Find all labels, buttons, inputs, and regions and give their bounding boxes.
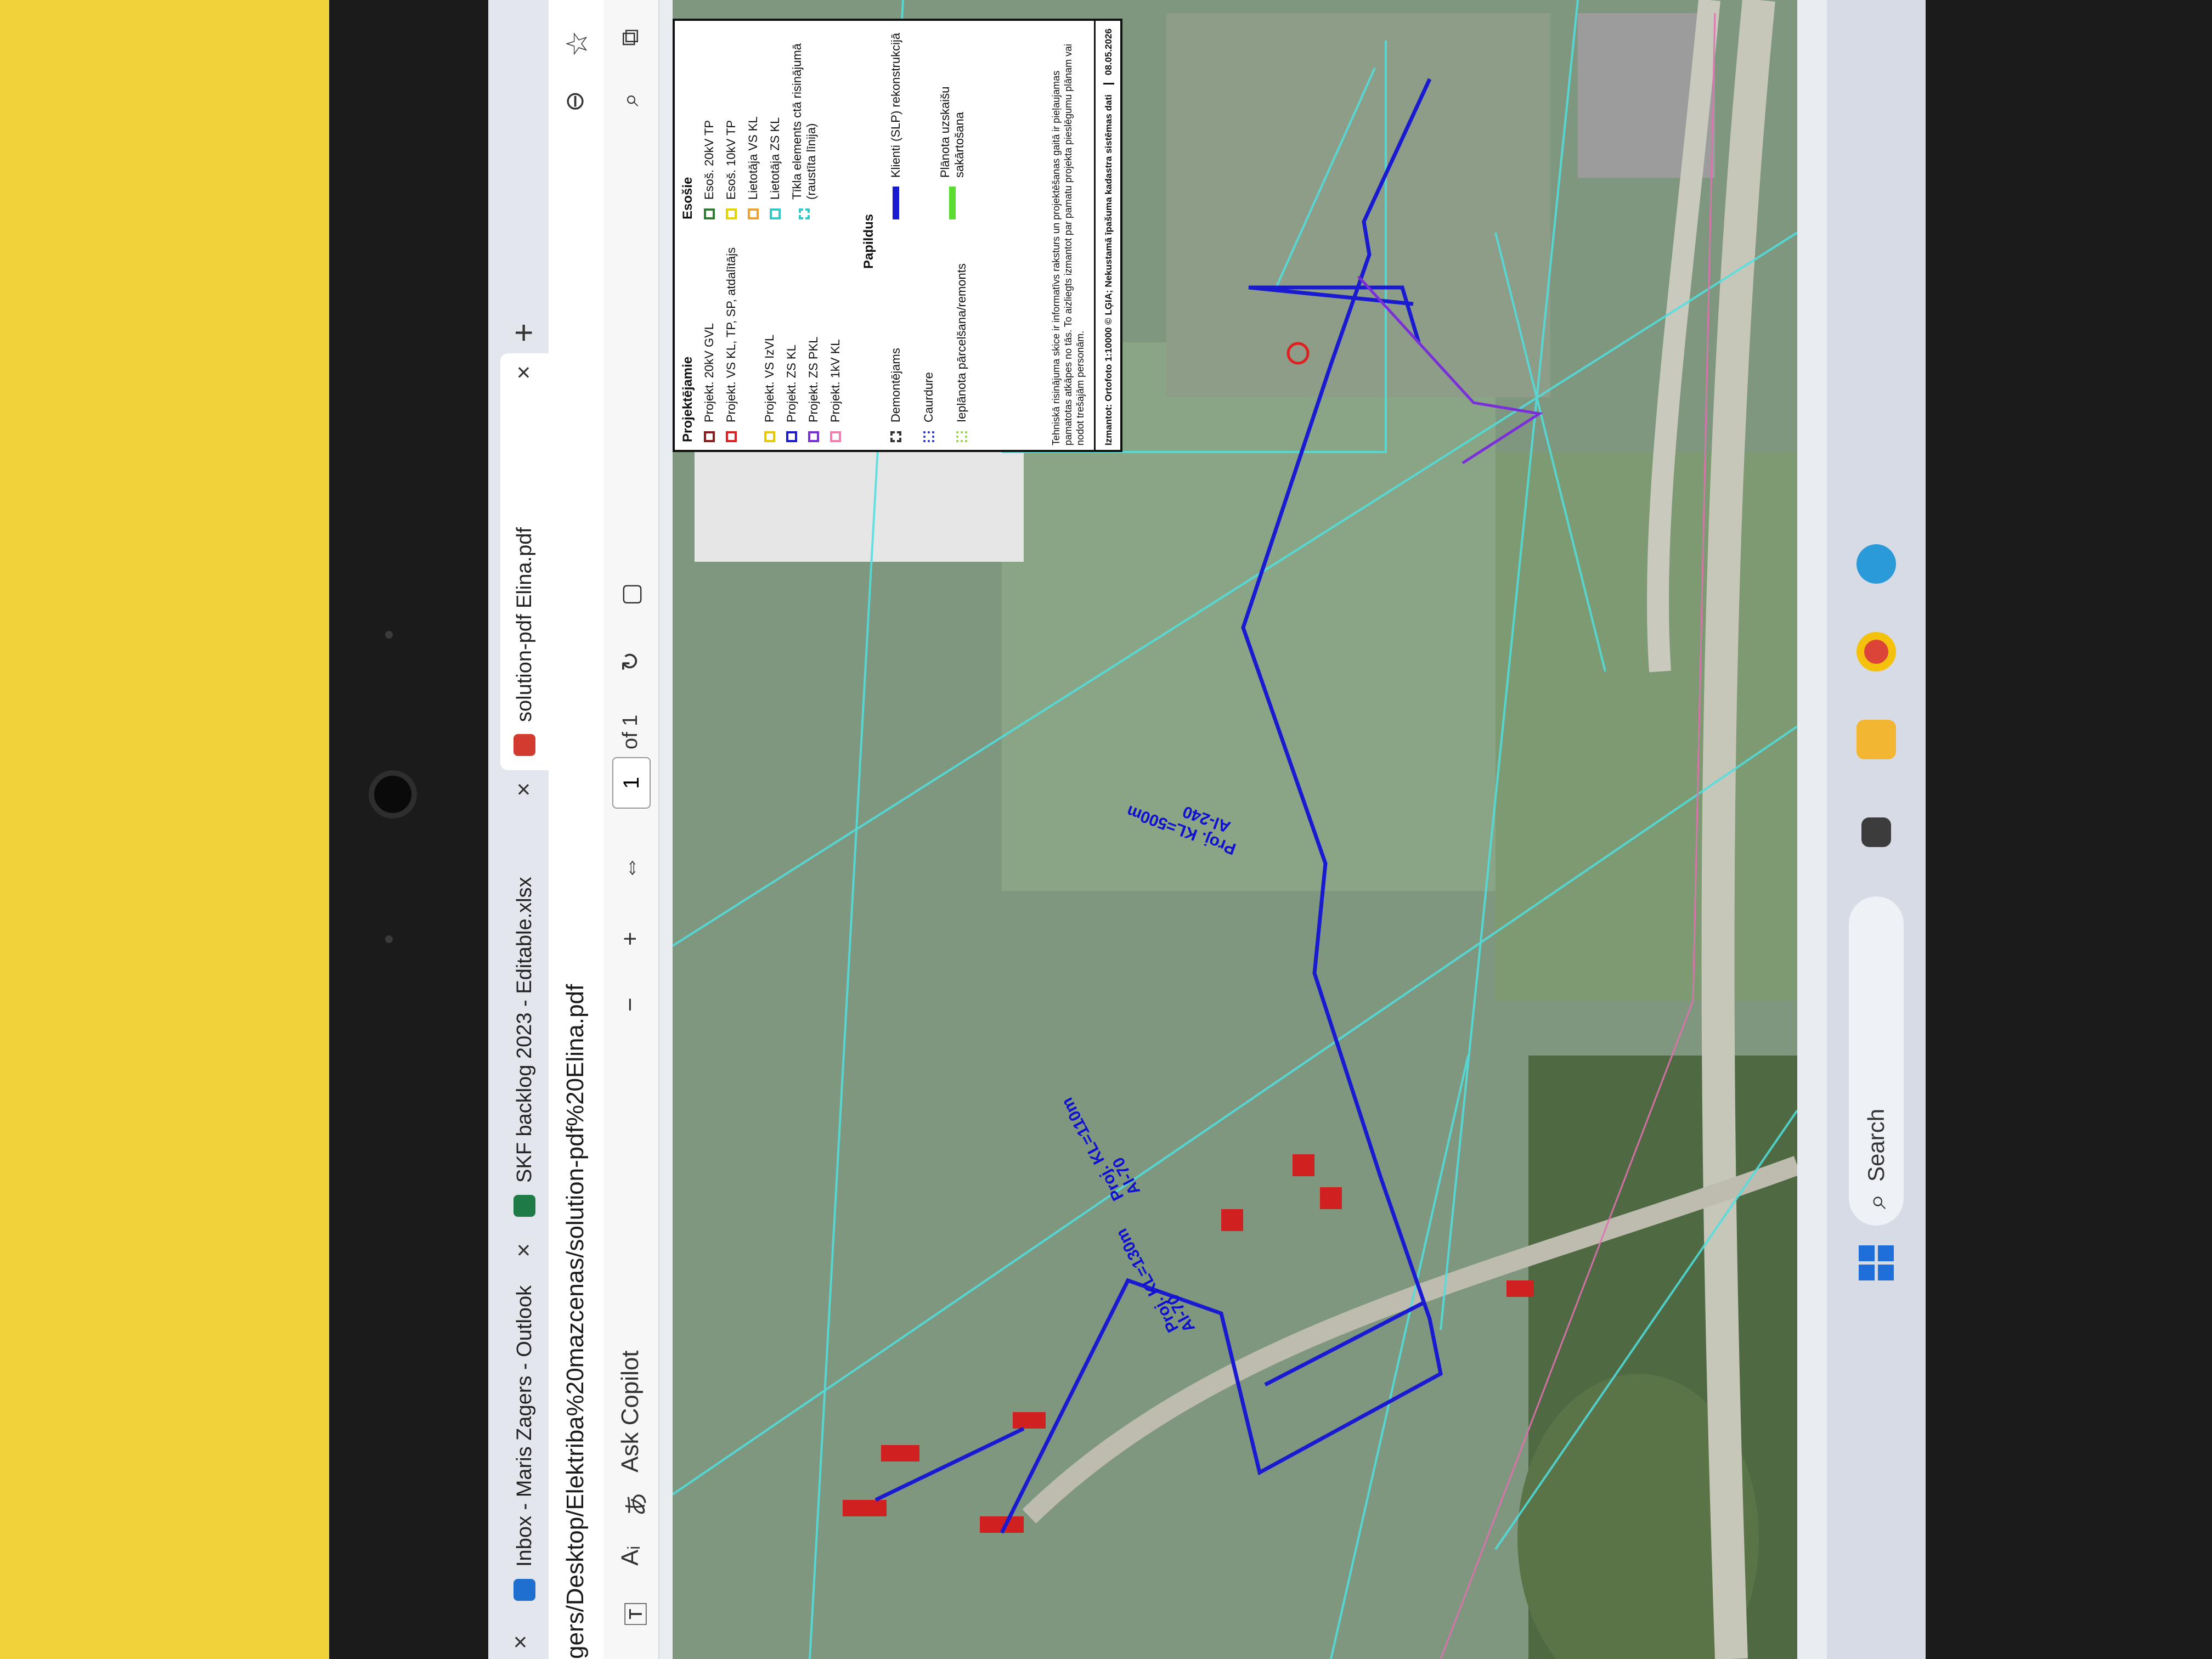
ask-copilot-button[interactable]: Ask Copilot (617, 1350, 644, 1472)
sensor-dot (385, 935, 393, 943)
rotate-icon[interactable]: ↻ (617, 651, 645, 672)
outlook-icon (514, 1579, 535, 1601)
legend-item: Tīkla elements ctā risinājumā (raustīta … (790, 22, 819, 219)
pdf-page-map: Proj. KL=500m Al-240 Proj. KL=130m Al-70… (673, 0, 1797, 1659)
read-aloud-icon[interactable]: A͏ᵢ (617, 1546, 644, 1566)
search-icon[interactable]: ⌕ (617, 93, 644, 106)
pdf-toolbar: 🅃 A͏ᵢ あ Ask Copilot − + ⇔ 1 of 1 ↻ ▢ ⌕ ⧉ (603, 0, 659, 1659)
translate-icon[interactable]: あ (617, 1492, 652, 1516)
task-view-icon[interactable] (1861, 817, 1891, 847)
search-icon: ⌕ (1860, 1194, 1892, 1209)
webcam-lens (369, 770, 417, 819)
windows-start-button[interactable] (1859, 1245, 1894, 1280)
zoom-in-button[interactable]: + (617, 932, 644, 946)
legend-item: Projekt. ZS PKL (806, 336, 821, 442)
legend-item: Ieplānota pārcelšana/remonts (955, 245, 969, 442)
legend-item: Lietotāja VS KL (746, 116, 760, 219)
page-view-icon[interactable]: ▢ (617, 583, 645, 606)
tab-close-button[interactable]: × (510, 365, 538, 380)
excel-icon (514, 1195, 535, 1217)
fit-page-icon[interactable]: ⇔ (617, 856, 644, 880)
tab-close-button[interactable]: × (510, 782, 538, 797)
legend-item: Projekt. 20kV GVL (702, 323, 716, 442)
address-bar: gers/Desktop/Elektriba%20mazcenas/soluti… (549, 0, 603, 1659)
page-count: of 1 (619, 714, 642, 749)
pdf-icon (514, 734, 535, 756)
tab-close-button[interactable]: × (507, 1635, 534, 1649)
legend-existing-heading: Esošie (680, 177, 695, 219)
map-legend: Projektējamie Esošie Projekt. 20kV GVL P… (673, 19, 1122, 452)
legend-item: Caurdure (922, 372, 936, 442)
chrome-icon[interactable] (1857, 632, 1896, 672)
tab-solution-pdf[interactable]: solution-pdf Elina.pdf × (500, 353, 549, 770)
legend-extra-heading: Papildus (861, 213, 876, 269)
legend-item: Esoš. 20kV TP (702, 120, 716, 219)
tab-outlook-inbox[interactable]: Inbox - Maris Zagers - Outlook × (500, 1231, 549, 1615)
legend-item: Esoš. 10kV TP (724, 120, 738, 219)
tab-label: SKF backlog 2023 - Editable.xlsx (512, 877, 536, 1183)
legend-item: Projekt. ZS KL (785, 345, 799, 442)
legend-item: Projekt. 1kV KL (828, 339, 843, 442)
legend-item: Demontējams (889, 348, 903, 442)
sensor-dot (385, 631, 393, 639)
legend-footer: Izmantot: Ortofoto 1:10000 © LĢIA; Nekus… (1094, 21, 1122, 450)
legend-item: Projekt. VS IzVL (763, 335, 777, 442)
new-tab-button[interactable]: + (505, 323, 543, 342)
zoom-icon[interactable]: ⊖ (560, 91, 589, 112)
text-box-icon[interactable]: 🅃 (617, 1602, 652, 1626)
laptop-screen: × Inbox - Maris Zagers - Outlook × SKF b… (488, 0, 1926, 1659)
tab-label: Inbox - Maris Zagers - Outlook (512, 1285, 536, 1567)
tab-label: solution-pdf Elina.pdf (512, 527, 536, 722)
legend-disclaimer: Tehniskā risinājuma skice ir informatīvs… (1051, 43, 1086, 445)
legend-item: Lietotāja ZS KL (768, 117, 782, 219)
edge-icon[interactable] (1857, 544, 1896, 584)
zoom-out-button[interactable]: − (617, 997, 644, 1012)
browser-tab-strip: × Inbox - Maris Zagers - Outlook × SKF b… (488, 0, 549, 1659)
tab-close-button[interactable]: × (510, 1243, 538, 1257)
tab-skf-backlog[interactable]: SKF backlog 2023 - Editable.xlsx × (500, 770, 549, 1231)
taskbar-search-box[interactable]: ⌕ Search (1849, 896, 1904, 1226)
legend-source: Izmantot: Ortofoto 1:10000 © LĢIA; Nekus… (1103, 94, 1114, 445)
legend-item: Plānota uzskaišu sakārtošana (938, 22, 967, 219)
search-label: Search (1863, 1108, 1889, 1182)
address-url[interactable]: gers/Desktop/Elektriba%20mazcenas/soluti… (562, 984, 589, 1659)
file-explorer-icon[interactable] (1857, 720, 1896, 759)
page-number-input[interactable]: 1 (612, 757, 651, 809)
windows-taskbar: ⌕ Search (1827, 0, 1926, 1659)
legend-item: Projekt. VS KL, TP, SP, atdalītājs (724, 247, 738, 442)
legend-projected-heading: Projektējamie (680, 356, 695, 442)
legend-date: 08.05.2026 (1103, 21, 1114, 85)
star-icon[interactable]: ☆ (560, 31, 594, 57)
more-options-icon[interactable]: ⧉ (617, 29, 644, 46)
legend-item: Klienti (SLP) rekonstrukcijā (889, 22, 903, 219)
